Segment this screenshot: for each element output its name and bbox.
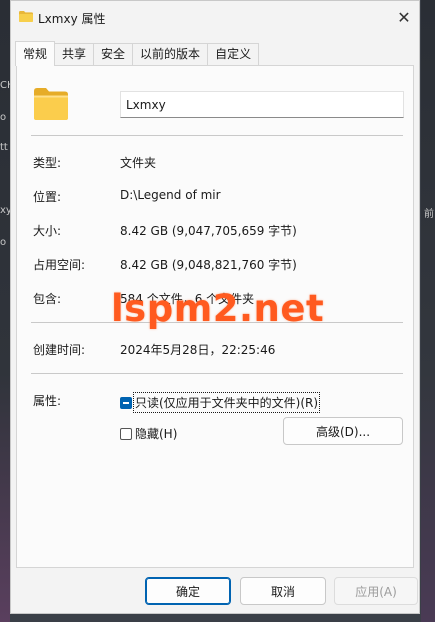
folder-icon	[19, 11, 33, 22]
folder-icon	[34, 88, 68, 120]
type-value: 文件夹	[120, 156, 157, 170]
desktop-left-strip	[0, 0, 10, 622]
ok-button[interactable]: 确定	[145, 577, 231, 605]
size-on-disk-value: 8.42 GB (9,048,821,760 字节)	[120, 258, 297, 272]
separator	[31, 373, 403, 374]
size-label: 大小:	[33, 224, 62, 238]
background-text: tt	[0, 142, 8, 153]
title-bar[interactable]: Lxmxy 属性 ✕	[11, 1, 419, 35]
readonly-checkbox-label[interactable]: 只读(仅应用于文件夹中的文件)(R)	[132, 392, 321, 413]
window-title: Lxmxy 属性	[38, 12, 106, 26]
background-text: o	[0, 112, 7, 123]
created-label: 创建时间:	[33, 343, 86, 357]
size-on-disk-label: 占用空间:	[33, 258, 86, 272]
attributes-label: 属性:	[33, 394, 62, 408]
readonly-checkbox-box[interactable]	[120, 396, 132, 409]
properties-dialog: Lxmxy 属性 ✕ 常规 共享 安全 以前的版本 自定义 类型: 文件夹 位置…	[10, 0, 420, 614]
hidden-checkbox-label[interactable]: 隐藏(H)	[135, 425, 177, 442]
cancel-button[interactable]: 取消	[240, 577, 326, 605]
tab-customize[interactable]: 自定义	[207, 43, 260, 66]
tab-strip: 常规 共享 安全 以前的版本 自定义	[15, 41, 260, 66]
folder-name-input[interactable]	[120, 91, 404, 118]
contains-label: 包含:	[33, 292, 62, 306]
hidden-checkbox[interactable]: 隐藏(H)	[120, 425, 177, 442]
watermark: lspm2.net	[111, 287, 325, 330]
readonly-checkbox[interactable]: 只读(仅应用于文件夹中的文件)(R)	[120, 392, 321, 413]
created-value: 2024年5月28日，22:25:46	[120, 343, 276, 357]
background-text: o	[0, 237, 7, 248]
location-label: 位置:	[33, 190, 62, 204]
size-value: 8.42 GB (9,047,705,659 字节)	[120, 224, 297, 238]
tab-security[interactable]: 安全	[93, 43, 134, 66]
hidden-checkbox-box[interactable]	[120, 427, 132, 440]
background-text: 前	[424, 209, 434, 220]
tab-previous-versions[interactable]: 以前的版本	[132, 43, 209, 66]
close-button[interactable]: ✕	[389, 1, 419, 33]
tab-sharing[interactable]: 共享	[54, 43, 95, 66]
location-value: D:\Legend of mir	[120, 188, 221, 202]
type-label: 类型:	[33, 156, 62, 170]
tab-general[interactable]: 常规	[15, 41, 56, 66]
close-icon: ✕	[397, 7, 411, 27]
advanced-button[interactable]: 高级(D)...	[283, 417, 403, 445]
apply-button[interactable]: 应用(A)	[334, 577, 418, 605]
desktop-right-strip	[421, 0, 435, 622]
separator	[31, 135, 403, 136]
